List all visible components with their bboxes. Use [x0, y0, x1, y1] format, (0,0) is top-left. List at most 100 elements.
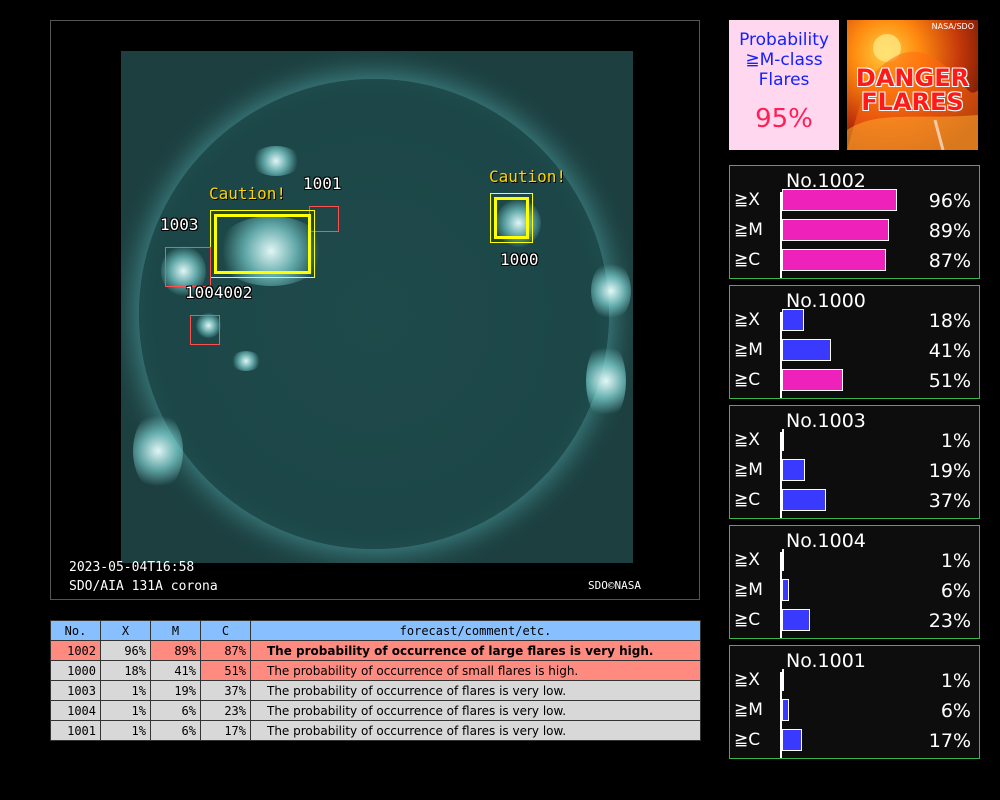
caution-label-1002: Caution!	[209, 184, 287, 203]
card-row-c: ≧C 51%	[730, 368, 979, 394]
table-header-row: No. X M C forecast/comment/etc.	[50, 620, 701, 641]
region-box-1000[interactable]	[490, 193, 533, 243]
region-box-1004[interactable]	[190, 315, 220, 345]
row-pct-m: 6%	[940, 580, 971, 602]
card-row-x: ≧X 96%	[730, 188, 979, 214]
prob-title-line1: Probability	[739, 30, 829, 50]
bar-c	[782, 369, 843, 391]
table-row: 1002 96% 89% 87% The probability of occu…	[50, 640, 701, 661]
sun-image: Caution! Caution! 1001 1003 1004002 1000	[121, 51, 633, 563]
region-label-1000: 1000	[500, 250, 539, 269]
cell-x: 1%	[100, 700, 151, 721]
active-area-glow	[231, 351, 261, 371]
cell-no: 1003	[50, 680, 101, 701]
bar-m	[782, 699, 789, 721]
row-label-c: ≧C	[734, 490, 761, 510]
region-card-1003: No.1003 ≧X 1% ≧M 19% ≧C 37%	[729, 405, 980, 519]
cell-x: 1%	[100, 680, 151, 701]
row-pct-x: 1%	[940, 550, 971, 572]
row-pct-m: 89%	[928, 220, 971, 242]
row-label-x: ≧X	[734, 190, 760, 210]
region-card-1000: No.1000 ≧X 18% ≧M 41% ≧C 51%	[729, 285, 980, 399]
row-pct-m: 41%	[928, 340, 971, 362]
prob-value: 95%	[755, 104, 813, 134]
region-label-1003: 1003	[160, 215, 199, 234]
row-label-x: ≧X	[734, 310, 760, 330]
bar-c	[782, 489, 826, 511]
bar-m	[782, 219, 889, 241]
cell-no: 1004	[50, 700, 101, 721]
cell-comment: The probability of occurrence of flares …	[250, 720, 701, 741]
row-pct-c: 23%	[928, 610, 971, 632]
table-row: 1000 18% 41% 51% The probability of occu…	[50, 660, 701, 681]
cell-no: 1000	[50, 660, 101, 681]
bar-c	[782, 609, 810, 631]
cell-no: 1001	[50, 720, 101, 741]
sun-image-panel: Caution! Caution! 1001 1003 1004002 1000…	[50, 20, 700, 600]
cell-c: 87%	[200, 640, 251, 661]
table-row: 1001 1% 6% 17% The probability of occurr…	[50, 720, 701, 741]
cell-m: 41%	[150, 660, 201, 681]
cell-comment: The probability of occurrence of large f…	[250, 640, 701, 661]
region-box-1002[interactable]	[210, 210, 315, 278]
row-pct-c: 37%	[928, 490, 971, 512]
row-pct-m: 6%	[940, 700, 971, 722]
cell-m: 19%	[150, 680, 201, 701]
card-row-m: ≧M 89%	[730, 218, 979, 244]
row-pct-x: 1%	[940, 670, 971, 692]
bar-c	[782, 249, 886, 271]
row-label-x: ≧X	[734, 550, 760, 570]
row-label-c: ≧C	[734, 610, 761, 630]
cell-m: 6%	[150, 720, 201, 741]
card-row-m: ≧M 19%	[730, 458, 979, 484]
card-row-c: ≧C 87%	[730, 248, 979, 274]
bar-x	[782, 549, 784, 571]
bar-m	[782, 579, 789, 601]
region-box-1003[interactable]	[165, 247, 211, 287]
card-row-x: ≧X 1%	[730, 428, 979, 454]
row-pct-x: 1%	[940, 430, 971, 452]
active-area-glow	[133, 411, 183, 491]
danger-flares-banner: NASA/SDO DANGER FLARES	[847, 20, 978, 150]
cell-no: 1002	[50, 640, 101, 661]
card-row-c: ≧C 17%	[730, 728, 979, 754]
region-label-1004002: 1004002	[185, 283, 253, 302]
col-header-no: No.	[50, 620, 101, 641]
bar-x	[782, 429, 784, 451]
table-row: 1003 1% 19% 37% The probability of occur…	[50, 680, 701, 701]
region-card-1004: No.1004 ≧X 1% ≧M 6% ≧C 23%	[729, 525, 980, 639]
region-label-1001: 1001	[303, 174, 342, 193]
active-area-glow	[591, 261, 631, 321]
region-card-1001: No.1001 ≧X 1% ≧M 6% ≧C 17%	[729, 645, 980, 759]
card-row-x: ≧X 18%	[730, 308, 979, 334]
row-pct-c: 17%	[928, 730, 971, 752]
row-label-c: ≧C	[734, 370, 761, 390]
row-pct-c: 87%	[928, 250, 971, 272]
row-label-m: ≧M	[734, 580, 763, 600]
cell-c: 37%	[200, 680, 251, 701]
card-row-m: ≧M 6%	[730, 698, 979, 724]
card-row-c: ≧C 23%	[730, 608, 979, 634]
row-label-x: ≧X	[734, 430, 760, 450]
caution-label-1000: Caution!	[489, 167, 567, 186]
active-area-glow	[251, 146, 301, 176]
cell-x: 1%	[100, 720, 151, 741]
cell-c: 17%	[200, 720, 251, 741]
instrument-label: SDO/AIA 131A corona	[69, 579, 218, 594]
card-row-m: ≧M 6%	[730, 578, 979, 604]
row-label-m: ≧M	[734, 700, 763, 720]
row-label-m: ≧M	[734, 460, 763, 480]
card-row-m: ≧M 41%	[730, 338, 979, 364]
col-header-c: C	[200, 620, 251, 641]
region-box-1001[interactable]	[309, 206, 339, 232]
cell-comment: The probability of occurrence of flares …	[250, 680, 701, 701]
col-header-x: X	[100, 620, 151, 641]
m-class-probability-box: Probability ≧M-class Flares 95%	[729, 20, 839, 150]
danger-credit: NASA/SDO	[931, 22, 974, 31]
row-label-c: ≧C	[734, 250, 761, 270]
table-row: 1004 1% 6% 23% The probability of occurr…	[50, 700, 701, 721]
cell-comment: The probability of occurrence of small f…	[250, 660, 701, 681]
bar-m	[782, 459, 805, 481]
col-header-comment: forecast/comment/etc.	[250, 620, 701, 641]
row-label-x: ≧X	[734, 670, 760, 690]
